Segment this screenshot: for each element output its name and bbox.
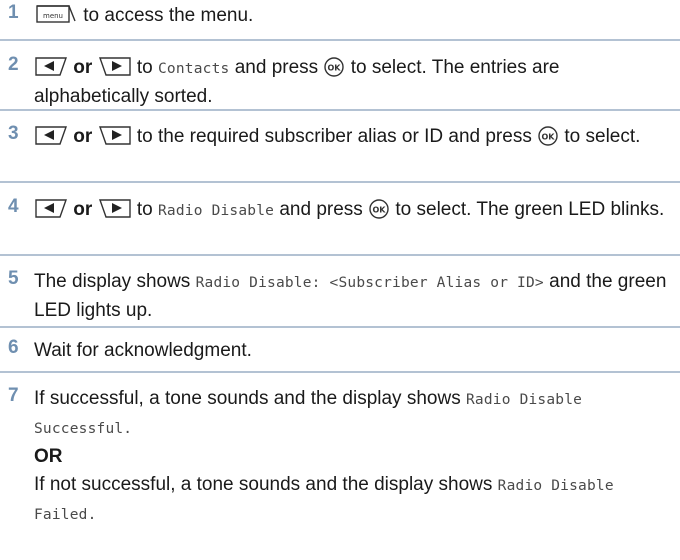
step-text: or to the required subscriber alias or I… [34,123,670,151]
right-arrow-key-icon [98,199,131,218]
ok-key-icon: OK [324,57,345,77]
left-arrow-key-icon [35,57,67,76]
procedure-steps: 1 menu to access the menu. 2 or to Conta… [0,0,680,553]
svg-text:OK: OK [542,133,556,142]
svg-text:menu: menu [43,12,63,20]
ok-key-icon: OK [538,126,558,146]
step-text: The display shows Radio Disable: <Subscr… [34,271,667,321]
right-arrow-key-icon [98,57,131,76]
step-number: 5 [8,268,19,289]
step-7: 7 If successful, a tone sounds and the d… [0,373,680,553]
step-text: or to Radio Disable and press OK to sele… [34,196,670,225]
step-text: If successful, a tone sounds and the dis… [34,385,670,529]
step-1: 1 menu to access the menu. [0,0,680,41]
step-number: 1 [8,2,19,23]
step-number: 2 [8,54,19,75]
ok-key-icon: OK [369,199,389,219]
step-number: 6 [8,337,19,358]
step-number: 4 [8,196,19,217]
left-arrow-key-icon [35,199,67,218]
or-label: OR [34,446,63,467]
right-arrow-key-icon [98,126,131,145]
step-4: 4 or to Radio Disable and press OK to se… [0,183,680,256]
step-number: 7 [8,385,19,406]
step-5: 5 The display shows Radio Disable: <Subs… [0,256,680,328]
svg-text:OK: OK [373,206,387,215]
step-3: 3 or to the required subscriber alias or… [0,111,680,183]
menu-key-icon: menu [36,5,76,23]
step-text: Wait for acknowledgment. [34,340,252,361]
step-text: or to Contacts and press OK to select. T… [34,57,560,107]
step-text: menu to access the menu. [34,2,670,30]
svg-text:OK: OK [328,64,342,73]
step-number: 3 [8,123,19,144]
step-2: 2 or to Contacts and press OK to select.… [0,41,680,111]
step-6: 6 Wait for acknowledgment. [0,328,680,373]
left-arrow-key-icon [35,126,67,145]
